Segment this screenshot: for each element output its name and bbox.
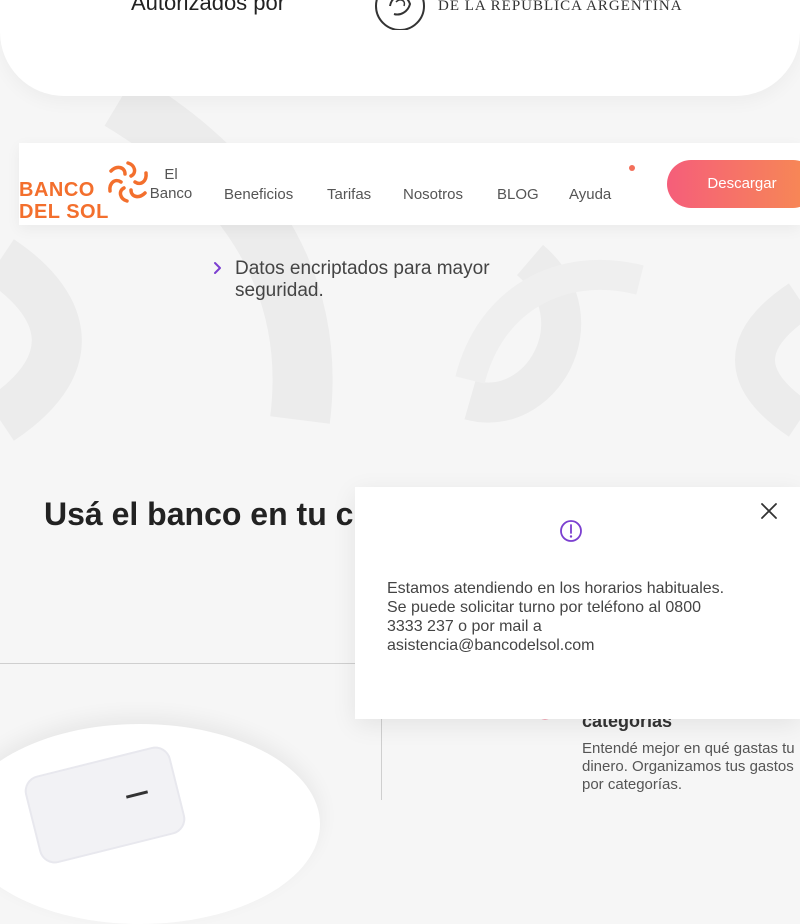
download-button[interactable]: Descargar <box>667 160 800 208</box>
brand-logo[interactable]: BANCO DEL SOL <box>19 151 151 223</box>
nav-item-tarifas[interactable]: Tarifas <box>327 185 371 204</box>
section-title: Usá el banco en tu c <box>44 496 354 532</box>
nav-item-blog[interactable]: BLOG <box>497 185 539 204</box>
main-navbar: BANCO DEL SOL El Banco Beneficios Tarifa… <box>19 143 800 225</box>
nav-item-beneficios[interactable]: Beneficios <box>224 185 293 204</box>
info-toast: Estamos atendiendo en los horarios habit… <box>355 487 800 719</box>
close-icon[interactable] <box>759 501 779 521</box>
categories-description: Entendé mejor en qué gastas tu dinero. O… <box>582 740 795 793</box>
nav-item-ayuda[interactable]: Ayuda <box>569 185 611 204</box>
authorized-label: Autorizados por <box>131 0 286 15</box>
chevron-right-icon <box>214 262 221 274</box>
bcra-name-text: DE LA REPÚBLICA ARGENTINA <box>438 0 683 14</box>
nav-item-el-banco[interactable]: El Banco <box>149 165 193 203</box>
notification-dot <box>629 165 635 171</box>
exclamation-circle-icon <box>560 520 582 542</box>
divider-horizontal <box>0 663 360 664</box>
logo-text-line2: DEL SOL <box>19 201 109 223</box>
nav-item-nosotros[interactable]: Nosotros <box>403 185 463 204</box>
authorization-card: Autorizados por DE LA REPÚBLICA ARGENTIN… <box>0 0 800 96</box>
logo-text-line1: BANCO <box>19 179 95 201</box>
feature-text: Datos encriptados para mayor seguridad. <box>235 258 490 301</box>
toast-message: Estamos atendiendo en los horarios habit… <box>387 580 725 654</box>
sun-swirl-icon <box>108 161 148 203</box>
bcra-seal-icon <box>375 0 425 30</box>
